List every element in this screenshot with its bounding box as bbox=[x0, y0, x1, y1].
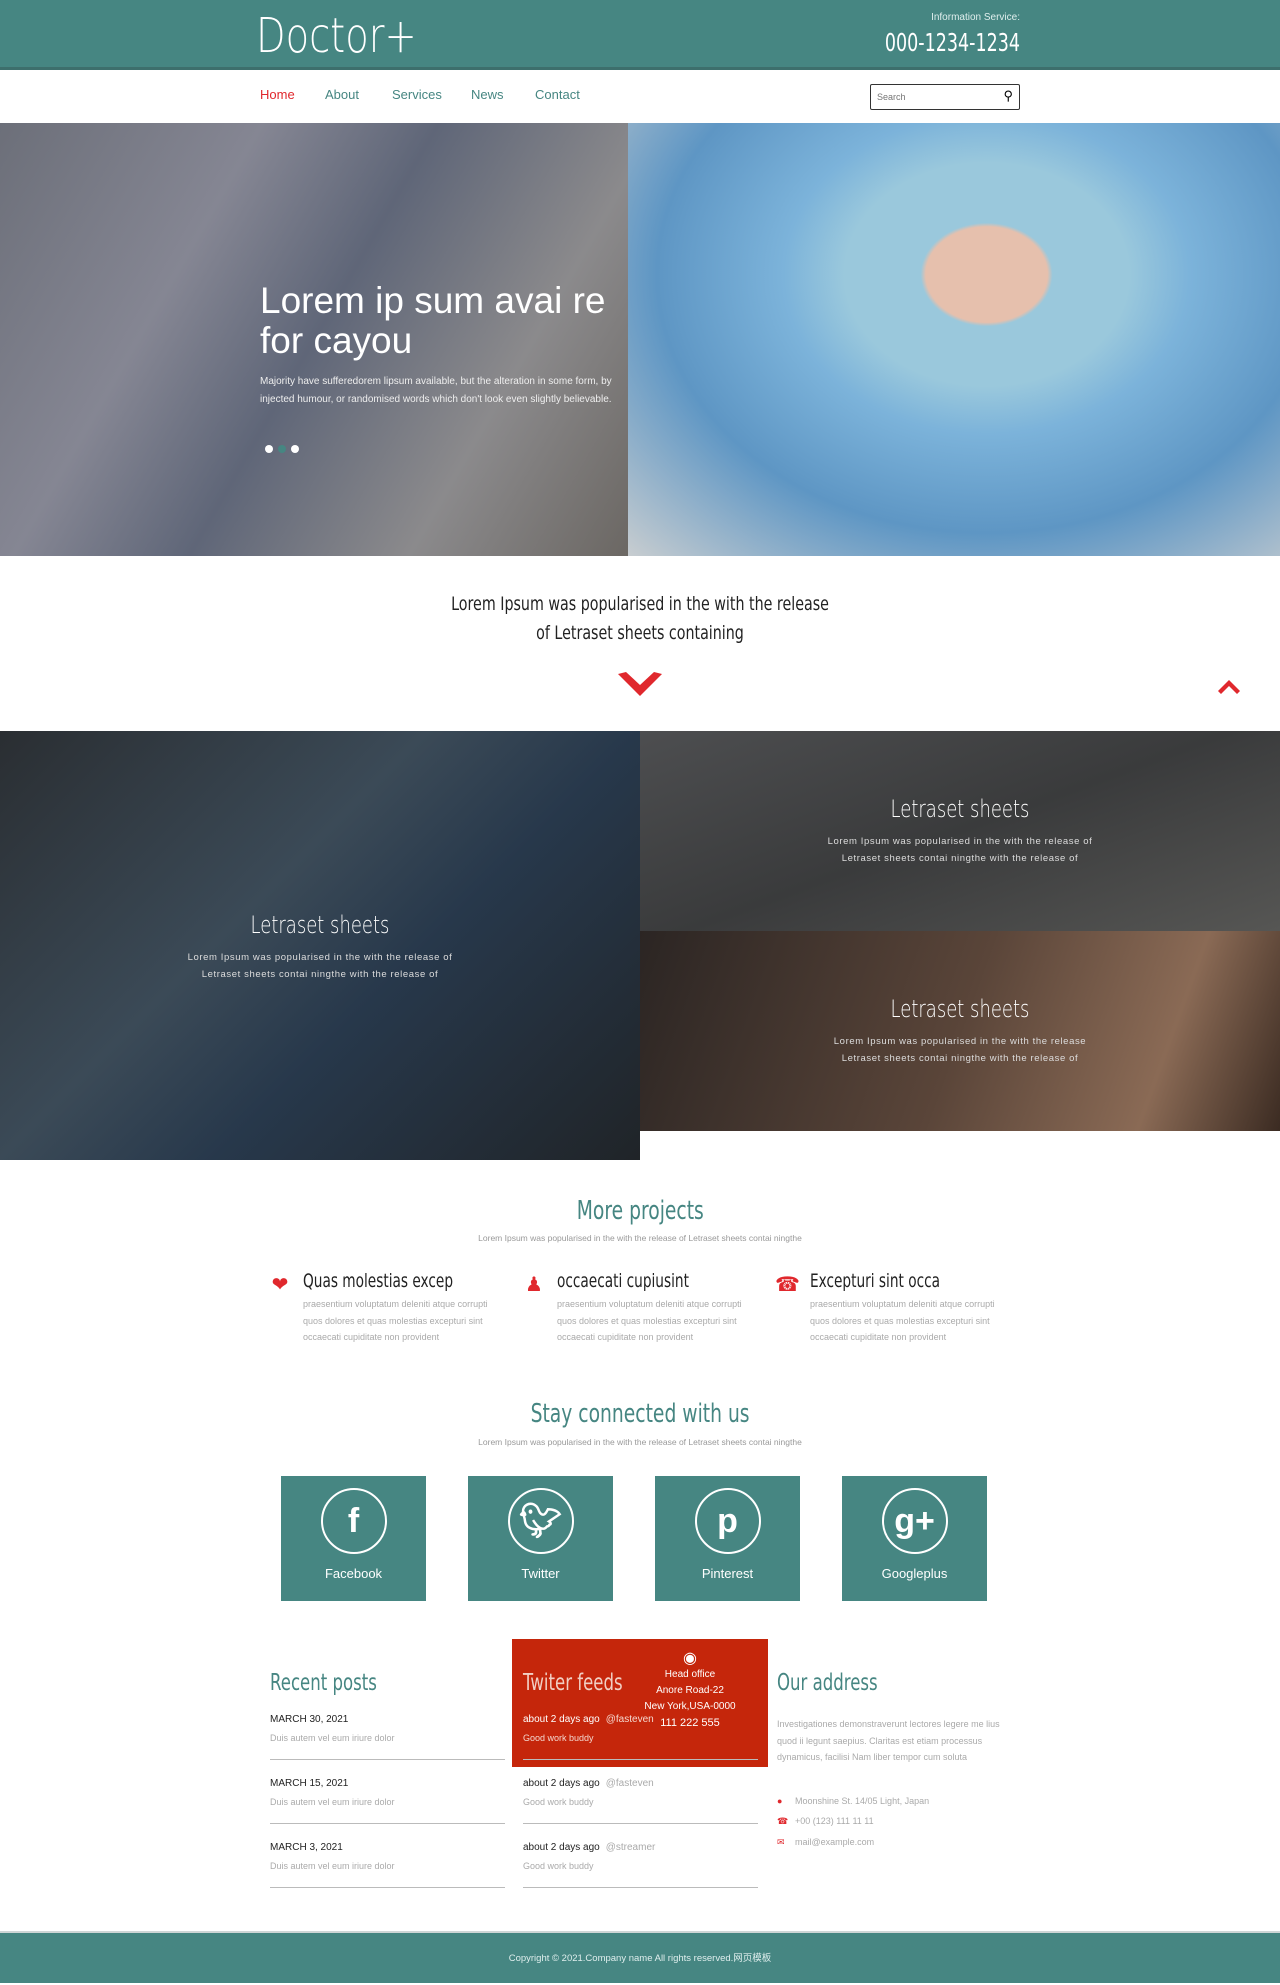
address-text: Investigationes demonstraverunt lectores… bbox=[777, 1719, 1000, 1762]
tile-text: Lorem Ipsum was popularised in the with … bbox=[827, 836, 1093, 847]
tile-title: Letraset sheets bbox=[250, 911, 390, 939]
tweet-item[interactable]: about 2 days ago @fasteven Good work buddy bbox=[523, 1760, 758, 1824]
slide-dot-3[interactable] bbox=[291, 445, 299, 453]
doctor-icon: ♟ bbox=[525, 1274, 543, 1296]
recent-posts: Recent posts MARCH 30, 2021 Duis autem ve… bbox=[270, 1670, 505, 1888]
logo[interactable]: Doctor+ bbox=[256, 8, 417, 64]
address-street: ● Moonshine St. 14/05 Light, Japan bbox=[777, 1795, 930, 1806]
social-title: Stay connected with us bbox=[530, 1399, 750, 1429]
nav-contact[interactable]: Contact bbox=[535, 87, 580, 102]
phone-icon: ☎ bbox=[777, 1815, 789, 1826]
hero-slider: Lorem ip sum avai re for cayou Majority … bbox=[0, 123, 1280, 556]
tagline: Lorem Ipsum was popularised in the with … bbox=[0, 590, 1280, 648]
googleplus-button[interactable]: g+ Googleplus bbox=[842, 1476, 987, 1601]
mail-icon: ✉ bbox=[777, 1836, 785, 1847]
feature-tile-2[interactable]: Letraset sheets Lorem Ipsum was populari… bbox=[640, 731, 1280, 931]
project-title: Excepturi sint occa bbox=[810, 1270, 941, 1292]
project-text: praesentium voluptatum deleniti atque co… bbox=[557, 1299, 742, 1342]
pinterest-button[interactable]: p Pinterest bbox=[655, 1476, 800, 1601]
scroll-top-icon[interactable] bbox=[1218, 680, 1240, 694]
feature-tile-1[interactable]: Letraset sheets Lorem Ipsum was populari… bbox=[0, 731, 640, 1160]
post-item[interactable]: MARCH 30, 2021 Duis autem vel eum iriure … bbox=[270, 1696, 505, 1760]
our-address: Our address Investigationes demonstraver… bbox=[777, 1670, 1012, 1848]
pinterest-icon: p bbox=[694, 1488, 761, 1554]
footer: Copyright © 2021.Company name All rights… bbox=[0, 1931, 1280, 1983]
nav-about[interactable]: About bbox=[325, 87, 359, 102]
tile-text: Lorem Ipsum was popularised in the with … bbox=[187, 952, 453, 963]
nav-news[interactable]: News bbox=[471, 87, 504, 102]
hero-image-right bbox=[628, 123, 1280, 556]
map-pin-icon: ◉ bbox=[683, 1650, 697, 1667]
nav-services[interactable]: Services bbox=[392, 87, 442, 102]
projects-title: More projects bbox=[576, 1196, 704, 1226]
tile-title: Letraset sheets bbox=[890, 995, 1030, 1023]
hero-text: Majority have sufferedorem lipsum availa… bbox=[260, 376, 612, 405]
location-icon: ● bbox=[777, 1795, 783, 1806]
phone-number: 000-1234-1234 bbox=[884, 28, 1020, 57]
projects-subtitle: Lorem Ipsum was popularised in the with … bbox=[478, 1233, 802, 1243]
social-subtitle: Lorem Ipsum was popularised in the with … bbox=[478, 1437, 802, 1447]
social-label: Facebook bbox=[324, 1566, 383, 1581]
post-item[interactable]: MARCH 15, 2021 Duis autem vel eum iriure … bbox=[270, 1760, 505, 1824]
search-icon[interactable]: ⚲ bbox=[1003, 88, 1013, 104]
social-label: Pinterest bbox=[701, 1566, 754, 1581]
recent-title: Recent posts bbox=[270, 1670, 377, 1696]
nav-home[interactable]: Home bbox=[260, 87, 295, 102]
tile-text: Letraset sheets contai ningthe with the … bbox=[841, 1053, 1079, 1064]
project-item: ❤ Quas molestias excep praesentium volup… bbox=[268, 1270, 508, 1346]
nav-bar: Home About Services News Contact bbox=[0, 70, 1280, 123]
post-item[interactable]: MARCH 3, 2021 Duis autem vel eum iriure d… bbox=[270, 1824, 505, 1888]
hero-title: Lorem ip sum avai re for cayou bbox=[260, 280, 606, 361]
slide-dot-1[interactable] bbox=[265, 445, 273, 453]
twitter-feeds: Twiter feeds about 2 days ago @fasteven Go… bbox=[523, 1670, 758, 1888]
project-text: praesentium voluptatum deleniti atque co… bbox=[303, 1299, 488, 1342]
tile-title: Letraset sheets bbox=[890, 795, 1030, 823]
search-box: ⚲ bbox=[870, 84, 1020, 110]
tile-text: Letraset sheets contai ningthe with the … bbox=[201, 969, 439, 980]
twitter-title: Twiter feeds bbox=[523, 1670, 623, 1696]
address-email[interactable]: ✉ mail@example.com bbox=[777, 1837, 1012, 1848]
address-title: Our address bbox=[777, 1670, 878, 1696]
tagline-line-1: Lorem Ipsum was popularised in the with … bbox=[451, 593, 829, 615]
tweet-item[interactable]: about 2 days ago @fasteven Good work buddy bbox=[523, 1696, 758, 1760]
twitter-button[interactable]: 🐦︎ Twitter bbox=[468, 1476, 613, 1601]
facebook-icon: f bbox=[320, 1488, 387, 1554]
slide-dot-2[interactable] bbox=[278, 445, 286, 453]
phone-chat-icon: ☎ bbox=[775, 1274, 800, 1296]
project-title: Quas molestias excep bbox=[303, 1270, 454, 1292]
feature-tile-3[interactable]: Letraset sheets Lorem Ipsum was populari… bbox=[640, 931, 1280, 1131]
project-text: praesentium voluptatum deleniti atque co… bbox=[810, 1299, 995, 1342]
tile-text: Letraset sheets contai ningthe with the … bbox=[841, 853, 1079, 864]
facebook-button[interactable]: f Facebook bbox=[281, 1476, 426, 1601]
tagline-line-2: of Letraset sheets containing bbox=[536, 622, 744, 644]
tile-text: Lorem Ipsum was popularised in the with … bbox=[833, 1036, 1087, 1047]
project-item: ☎ Excepturi sint occa praesentium volupt… bbox=[775, 1270, 1015, 1346]
info-label: Information Service: bbox=[931, 12, 1020, 23]
social-label: Twitter bbox=[521, 1566, 560, 1581]
twitter-icon: 🐦︎ bbox=[507, 1488, 574, 1554]
heart-pulse-icon: ❤ bbox=[271, 1274, 289, 1296]
googleplus-icon: g+ bbox=[881, 1488, 948, 1554]
search-input[interactable] bbox=[877, 86, 997, 108]
top-header: Doctor+ Information Service: 000-1234-12… bbox=[0, 0, 1280, 70]
social-label: Googleplus bbox=[881, 1566, 948, 1581]
project-title: occaecati cupiusint bbox=[557, 1270, 689, 1292]
tweet-item[interactable]: about 2 days ago @streamer Good work buddy bbox=[523, 1824, 758, 1888]
address-phone: ☎ +00 (123) 111 11 11 bbox=[777, 1815, 874, 1826]
chevron-down-icon[interactable] bbox=[618, 672, 662, 696]
project-item: ♟ occaecati cupiusint praesentium volupt… bbox=[522, 1270, 762, 1346]
